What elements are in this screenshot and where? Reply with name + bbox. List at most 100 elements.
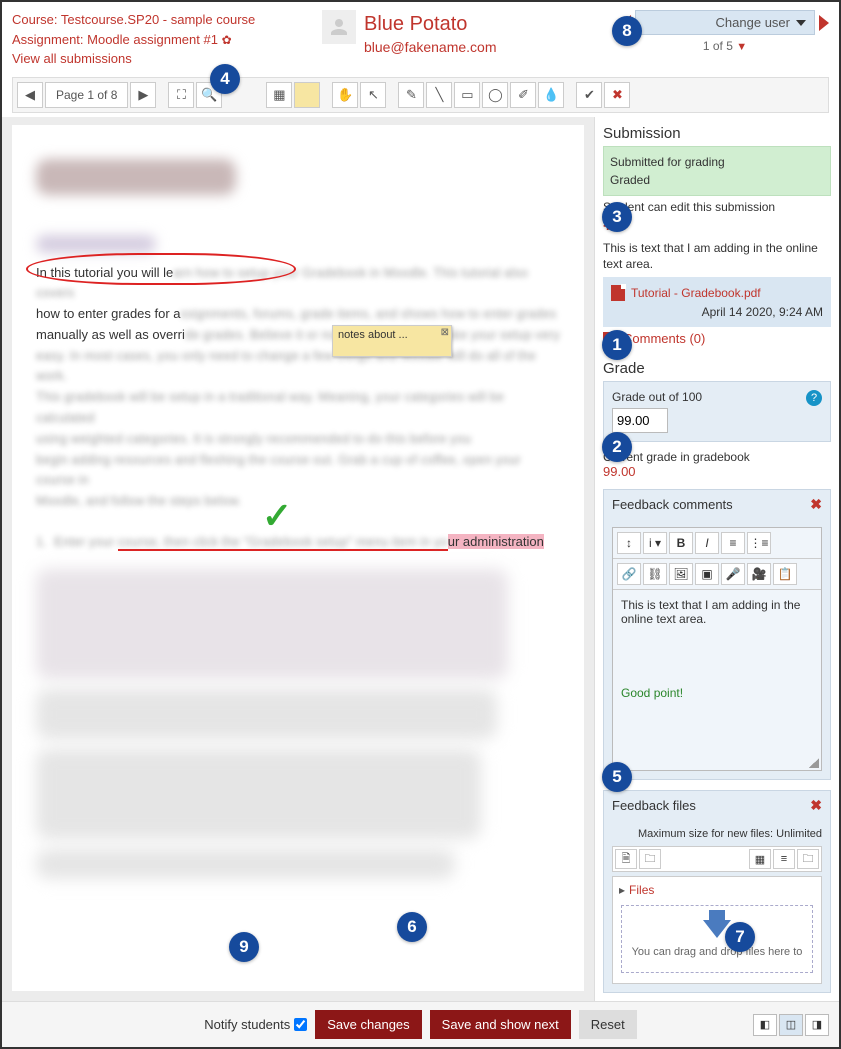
bullet-list-button[interactable]: ≡ [721, 532, 745, 554]
gear-icon[interactable]: ✿ [222, 33, 232, 47]
change-user-label: Change user [644, 15, 790, 30]
badge-3: 3 [602, 202, 632, 232]
drop-zone[interactable]: You can drag and drop files here to [621, 905, 813, 973]
document-page[interactable]: In this tutorial you will learn how to s… [12, 125, 584, 992]
save-and-show-next-button[interactable]: Save and show next [430, 1010, 571, 1039]
highlight-tool[interactable]: ✐ [510, 82, 536, 108]
add-file-button[interactable]: 🗎 [615, 849, 637, 869]
create-folder-button[interactable]: 🗀 [639, 849, 661, 869]
user-email-link[interactable]: blue@fakename.com [364, 39, 497, 55]
notify-label: Notify students [204, 1017, 290, 1032]
next-user-button[interactable] [819, 15, 829, 31]
header-center: Blue Potato blue@fakename.com [322, 10, 497, 58]
stamp-tool[interactable]: ✔ [576, 82, 602, 108]
select-tool[interactable]: ↖ [360, 82, 386, 108]
oval-tool[interactable]: ◯ [482, 82, 508, 108]
link-button[interactable]: 🔗 [617, 563, 641, 585]
feedback-comments-heading: Feedback comments [612, 497, 733, 512]
layout-both-button[interactable]: ◫ [779, 1014, 803, 1036]
filter-icon[interactable]: ▼ [736, 41, 747, 53]
help-icon[interactable]: ? [806, 390, 822, 406]
doc-line3-clear: manually as well as overri [36, 327, 185, 342]
checkmark-annotation: ✓ [262, 495, 292, 537]
list-view-button[interactable]: ≡ [773, 849, 795, 869]
files-link[interactable]: Files [629, 883, 654, 897]
prev-page-button[interactable]: ◀ [17, 82, 43, 108]
file-link[interactable]: Tutorial - Gradebook.pdf [631, 286, 761, 300]
annotation-highlight: ur administration [448, 534, 544, 549]
assignment-link[interactable]: Assignment: Moodle assignment #1 [12, 32, 218, 47]
resize-handle[interactable] [809, 758, 819, 768]
user-name-link[interactable]: Blue Potato [364, 13, 467, 35]
number-list-button[interactable]: ⋮≡ [747, 532, 771, 554]
italic-button[interactable]: I [695, 532, 719, 554]
badge-9: 9 [229, 932, 259, 962]
save-changes-button[interactable]: Save changes [315, 1010, 421, 1039]
doc-line4-blur: easy. In most cases, you only need to ch… [36, 348, 536, 384]
rectangle-tool[interactable]: ▭ [454, 82, 480, 108]
reset-button[interactable]: Reset [579, 1010, 637, 1039]
line-tool[interactable]: ╲ [426, 82, 452, 108]
files-root-label[interactable]: ▸ Files [617, 881, 817, 899]
tree-view-button[interactable]: 🗀 [797, 849, 819, 869]
grading-panel: Submission Submitted for grading Graded … [594, 117, 839, 1002]
comments-toggle[interactable]: + Comments (0) [603, 327, 831, 350]
expand-submission-button[interactable]: + [603, 218, 831, 236]
file-drop-area[interactable]: ▸ Files You can drag and drop files here… [612, 876, 822, 984]
sticky-note-tool[interactable] [294, 82, 320, 108]
notify-students-checkbox[interactable] [294, 1018, 307, 1031]
chevron-right-icon: ▸ [619, 883, 625, 897]
submission-file[interactable]: Tutorial - Gradebook.pdf April 14 2020, … [603, 277, 831, 327]
collapse-icon[interactable]: ✖ [810, 496, 822, 513]
doc-line2-blur: ssignments, forums, grade items, and sho… [181, 306, 557, 321]
course-link[interactable]: Course: Testcourse.SP20 - sample course [12, 12, 255, 27]
ink-tool[interactable]: 💧 [538, 82, 564, 108]
online-text-submission: This is text that I am adding in the onl… [603, 236, 831, 278]
badge-8: 8 [612, 16, 642, 46]
close-icon[interactable]: ⊠ [441, 327, 449, 338]
header: Course: Testcourse.SP20 - sample course … [2, 2, 839, 77]
view-all-submissions-link[interactable]: View all submissions [12, 51, 132, 66]
next-page-button[interactable]: ▶ [130, 82, 156, 108]
media-button[interactable]: ▣ [695, 563, 719, 585]
bold-button[interactable]: B [669, 532, 693, 554]
page-indicator[interactable]: Page 1 of 8 [45, 82, 128, 108]
delete-tool[interactable]: ✖ [604, 82, 630, 108]
header-right: Change user 1 of 5 ▼ [621, 10, 829, 53]
layout-left-button[interactable]: ◧ [753, 1014, 777, 1036]
pdf-icon [611, 285, 625, 301]
pen-tool[interactable]: ✎ [398, 82, 424, 108]
grade-section: Grade ? Grade out of 100 Current grade i… [603, 360, 831, 479]
badge-6: 6 [397, 912, 427, 942]
editor-content[interactable]: This is text that I am adding in the onl… [613, 590, 821, 770]
layout-right-button[interactable]: ◨ [805, 1014, 829, 1036]
file-picker-toolbar: 🗎 🗀 ▦ ≡ 🗀 [612, 846, 822, 872]
toggle-toolbar-button[interactable]: ↕ [617, 532, 641, 554]
record-video-button[interactable]: 🎥 [747, 563, 771, 585]
sticky-note-annotation[interactable]: notes about ... ⊠ [332, 325, 452, 357]
image-button[interactable]: 🖼 [669, 563, 693, 585]
comment-color-tool[interactable]: ▦ [266, 82, 292, 108]
drop-zone-text: You can drag and drop files here to [630, 946, 804, 958]
document-list-item: 1. Enter your course, then click the "Gr… [36, 534, 560, 549]
file-date: April 14 2020, 9:24 AM [611, 305, 823, 319]
manage-files-button[interactable]: 📋 [773, 563, 797, 585]
grade-heading: Grade [603, 360, 831, 377]
expand-icon[interactable]: ⛶ [168, 82, 194, 108]
badge-4: 4 [210, 64, 240, 94]
blurred-content-3 [36, 749, 560, 839]
icon-view-button[interactable]: ▦ [749, 849, 771, 869]
blurred-heading [36, 235, 156, 253]
header-left: Course: Testcourse.SP20 - sample course … [12, 10, 312, 69]
feedback-files-section: Feedback files ✖ Maximum size for new fi… [603, 790, 831, 993]
status-graded: Graded [610, 171, 824, 189]
current-grade-value: 99.00 [603, 464, 831, 479]
grade-input[interactable] [612, 408, 668, 433]
unlink-button[interactable]: ⛓ [643, 563, 667, 585]
change-user-select[interactable]: Change user [635, 10, 815, 35]
collapse-icon[interactable]: ✖ [810, 797, 822, 814]
main-area: In this tutorial you will learn how to s… [2, 117, 839, 1002]
hand-tool[interactable]: ✋ [332, 82, 358, 108]
style-dropdown[interactable]: i ▾ [643, 532, 667, 554]
record-audio-button[interactable]: 🎤 [721, 563, 745, 585]
